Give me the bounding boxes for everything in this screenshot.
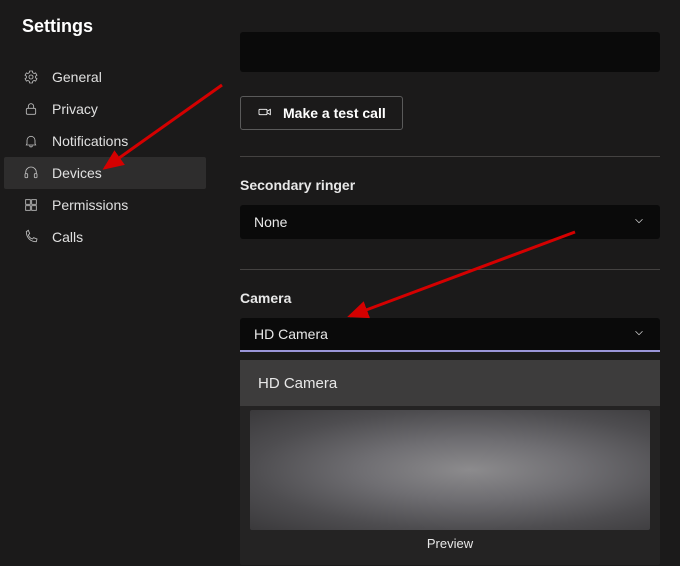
camera-option[interactable]: HD Camera [240,360,660,406]
section-divider [240,156,660,157]
sidebar-nav: General Privacy Notifications Devices [0,61,210,253]
make-test-call-button[interactable]: Make a test call [240,96,403,130]
sidebar-item-notifications[interactable]: Notifications [4,125,206,157]
sidebar-item-label: Permissions [52,197,128,213]
sidebar-item-permissions[interactable]: Permissions [4,189,206,221]
select-value: None [254,214,287,230]
content-pane: Make a test call Secondary ringer None C… [210,0,680,566]
lock-icon [22,100,40,118]
video-call-icon [257,104,273,123]
phone-icon [22,228,40,246]
sidebar-item-devices[interactable]: Devices [4,157,206,189]
page-title: Settings [0,12,210,61]
bell-icon [22,132,40,150]
sidebar-item-label: Calls [52,229,83,245]
sidebar-item-calls[interactable]: Calls [4,221,206,253]
button-label: Make a test call [283,105,386,121]
sidebar-item-privacy[interactable]: Privacy [4,93,206,125]
sidebar-item-label: Devices [52,165,102,181]
headset-icon [22,164,40,182]
speaker-select-collapsed[interactable] [240,32,660,72]
sidebar-item-label: Notifications [52,133,128,149]
sidebar-item-general[interactable]: General [4,61,206,93]
grid-icon [22,196,40,214]
secondary-ringer-label: Secondary ringer [240,177,660,193]
preview-label: Preview [240,530,660,551]
settings-window: Settings General Privacy Notifications [0,0,680,566]
camera-select[interactable]: HD Camera [240,318,660,352]
sidebar-item-label: Privacy [52,101,98,117]
camera-preview [250,410,650,530]
section-divider [240,269,660,270]
camera-label: Camera [240,290,660,306]
camera-dropdown-panel: HD Camera Preview [240,360,660,565]
chevron-down-icon [632,326,646,343]
select-value: HD Camera [254,326,328,342]
sidebar: Settings General Privacy Notifications [0,0,210,566]
option-label: HD Camera [258,375,337,392]
chevron-down-icon [632,214,646,231]
sidebar-item-label: General [52,69,102,85]
secondary-ringer-select[interactable]: None [240,205,660,239]
gear-icon [22,68,40,86]
